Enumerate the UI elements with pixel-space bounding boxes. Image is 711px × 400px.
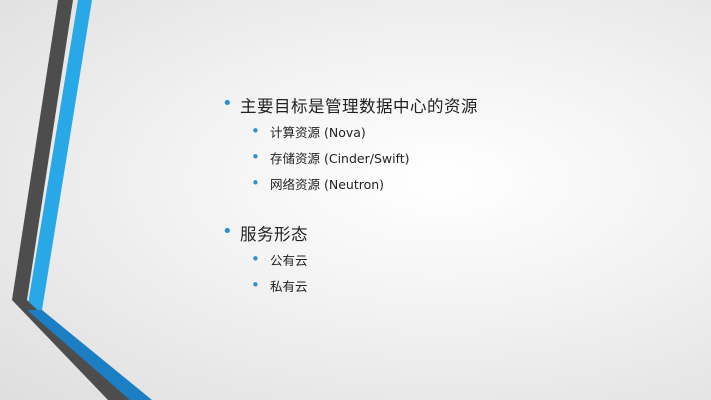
bullet-text: 网络资源 (Neutron)	[270, 177, 385, 192]
bullet-text: 主要目标是管理数据中心的资源	[240, 97, 478, 116]
bullet-dot: •	[222, 221, 234, 242]
sub-bullet-network: • 网络资源 (Neutron)	[222, 172, 478, 198]
sub-bullet-compute: • 计算资源 (Nova)	[222, 120, 478, 146]
bullet-text: 私有云	[270, 279, 308, 294]
sub-bullet-storage: • 存储资源 (Cinder/Swift)	[222, 146, 478, 172]
bullet-dot: •	[251, 122, 260, 140]
bullet-text: 存储资源 (Cinder/Swift)	[270, 151, 410, 166]
bullet-text: 服务形态	[240, 225, 308, 244]
bullet-dot: •	[251, 174, 260, 192]
bullet-text: 计算资源 (Nova)	[270, 125, 366, 140]
bullet-dot: •	[251, 148, 260, 166]
bullet-dot: •	[251, 250, 260, 268]
slide: • 主要目标是管理数据中心的资源 • 计算资源 (Nova) • 存储资源 (C…	[0, 0, 711, 400]
bullet-service-forms: • 服务形态	[222, 221, 478, 248]
dark-stripe-lower	[12, 300, 130, 400]
sub-bullet-private-cloud: • 私有云	[222, 274, 478, 300]
sub-bullet-public-cloud: • 公有云	[222, 248, 478, 274]
bullet-dot: •	[222, 93, 234, 114]
blue-stripe-lower	[27, 310, 152, 400]
bullet-dot: •	[251, 276, 260, 294]
bullet-text: 公有云	[270, 253, 308, 268]
bullet-main-goal: • 主要目标是管理数据中心的资源	[222, 93, 478, 120]
bullet-list: • 主要目标是管理数据中心的资源 • 计算资源 (Nova) • 存储资源 (C…	[222, 93, 478, 300]
